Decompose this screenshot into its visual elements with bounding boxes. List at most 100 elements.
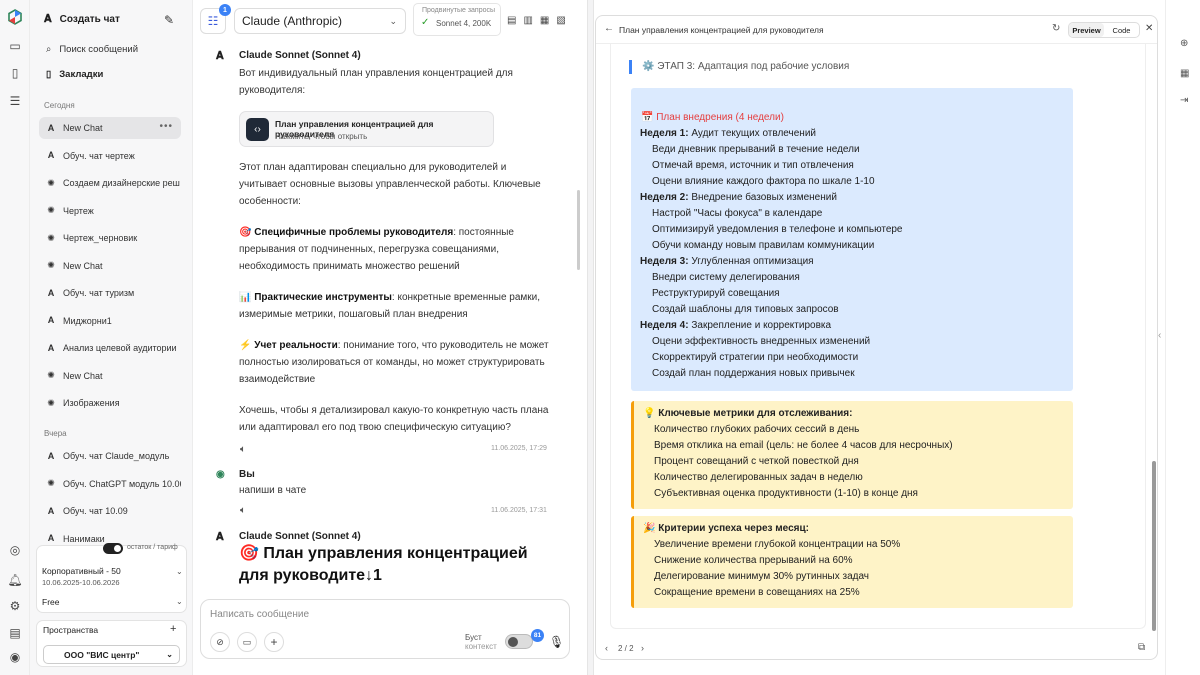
sidebar-chat-item[interactable]: ✺ Обуч. ChatGPT модуль 10.06	[39, 473, 181, 495]
chart-icon: 📊	[239, 292, 252, 303]
week-heading: Неделя 1: Аудит текущих отвлечений	[640, 126, 816, 142]
boost-context-label: Буст контекст	[465, 633, 497, 651]
plan-dates: 10.06.2025-10.06.2026	[42, 578, 120, 587]
criterion-item: Снижение количества прерываний на 60%	[654, 555, 853, 566]
anthropic-icon: 𝐀	[47, 315, 55, 325]
artifact-card[interactable]: ‹› План управления концентрацией для рук…	[239, 111, 494, 147]
sidebar-chat-item[interactable]: 𝐀 Анализ целевой аудитории	[39, 337, 181, 359]
openai-icon: ✺	[47, 478, 55, 488]
refresh-icon[interactable]: ↻	[1052, 23, 1060, 34]
microphone-icon[interactable]: 🎙︎	[549, 635, 564, 649]
tab-preview[interactable]: Preview	[1069, 23, 1104, 37]
bookmarks-label: Закладки	[59, 69, 104, 80]
chevron-left-icon[interactable]: ‹	[1158, 330, 1161, 341]
openai-icon: ✺	[47, 205, 55, 215]
artifact-panel-title: План управления концентрацией для руково…	[619, 25, 824, 35]
week-task: Реструктурируй совещания	[652, 288, 780, 299]
attach-icon[interactable]: ⊘	[210, 632, 230, 652]
sidebar-chat-item[interactable]: ✺ Изображения	[39, 392, 181, 414]
bookmark-icon: ▯	[46, 69, 52, 80]
collapse-panel-icon[interactable]: ⇥	[1180, 95, 1188, 106]
implementation-plan-box: 📅 План внедрения (4 недели) Неделя 1: Ау…	[631, 88, 1073, 391]
message-input[interactable]: Написать сообщение	[210, 609, 309, 620]
sidebar-chat-item[interactable]: ✺ New Chat	[39, 365, 181, 387]
sidebar-chat-item[interactable]: 𝐀 Обуч. чат туризм	[39, 282, 181, 304]
chat-item-label: Чертеж	[63, 205, 94, 216]
search-icon: ⌕	[46, 44, 52, 55]
settings-icon[interactable]: ⚙	[8, 599, 22, 613]
organization-select[interactable]: ООО "ВИС центр" ⌄	[43, 645, 180, 664]
bookmarks-button[interactable]: ▯ Закладки	[46, 69, 103, 80]
criterion-item: Делегирование минимум 30% рутинных задач	[654, 571, 870, 582]
chat-icon[interactable]: ▭	[8, 39, 22, 53]
week-task: Отмечай время, источник и тип отвлечения	[652, 160, 854, 171]
grid-icon[interactable]: ▦	[1180, 68, 1189, 79]
file-icon[interactable]: ▤	[507, 15, 516, 26]
chevron-down-icon[interactable]: ⌄	[176, 597, 183, 606]
chevron-left-icon[interactable]: ‹	[605, 643, 608, 653]
model-select[interactable]: Claude (Anthropic) ⌄	[234, 8, 406, 34]
tab-code[interactable]: Code	[1104, 23, 1139, 37]
anthropic-icon: 𝐀	[216, 50, 224, 62]
excel-export-icon[interactable]: ▦	[540, 15, 549, 26]
user-avatar-icon[interactable]: ◉	[8, 650, 22, 664]
message-author: Вы	[239, 469, 255, 480]
speaker-icon[interactable]: 🔈︎	[240, 505, 246, 516]
criteria-box: 🎉 Критерии успеха через месяц: Увеличени…	[631, 516, 1073, 608]
sidebar-chat-item[interactable]: ✺ New Chat	[39, 255, 181, 277]
chevron-down-icon[interactable]: ⌄	[176, 567, 183, 576]
app-logo-icon[interactable]	[7, 9, 23, 25]
chat-scrollbar[interactable]	[577, 190, 580, 270]
prompts-icon[interactable]: ▭	[237, 632, 257, 652]
list-icon[interactable]: ☰	[8, 94, 22, 108]
right-rail: ⊕ ▦ ⇥ ‹	[1158, 0, 1200, 675]
search-messages-button[interactable]: ⌕ Поиск сообщений	[46, 44, 138, 55]
sidebar-chat-item[interactable]: 𝐀 Миджорни1	[39, 310, 181, 332]
support-icon[interactable]: ◎	[8, 543, 22, 557]
anthropic-icon: 𝐀	[47, 287, 55, 298]
bell-icon[interactable]: 🔔︎	[7, 573, 22, 587]
new-chat-button[interactable]: 𝐀 Создать чат	[44, 13, 120, 26]
message-author: Claude Sonnet (Sonnet 4)	[239, 50, 361, 61]
pdf-export-icon[interactable]: ▧	[556, 15, 565, 26]
boost-toggle[interactable]	[505, 634, 533, 649]
advanced-requests-box[interactable]: Продвинутые запросы ✓ Sonnet 4, 200K	[413, 3, 501, 36]
week-task: Веди дневник прерываний в течение недели	[652, 144, 860, 155]
metric-item: Процент совещаний с четкой повесткой дня	[654, 456, 859, 467]
message-list: 𝐀 Claude Sonnet (Sonnet 4) Вот индивидуа…	[194, 40, 587, 598]
sidebar-chat-item[interactable]: ✺ Чертеж	[39, 200, 181, 222]
add-icon[interactable]: +	[264, 632, 284, 652]
panel-scrollbar[interactable]	[1152, 461, 1156, 631]
chat-item-label: Обуч. чат туризм	[63, 288, 135, 298]
sidebar-chat-item[interactable]: ✺ Создаем дизайнерские реш	[39, 172, 181, 194]
more-options-icon[interactable]: •••	[159, 121, 173, 132]
week-task: Оцени эффективность внедренных изменений	[652, 336, 871, 347]
sidebar-chat-item[interactable]: ✺ Чертеж_черновик	[39, 227, 181, 249]
chevron-down-icon: ⌄	[389, 15, 397, 26]
close-icon[interactable]: ✕	[1145, 23, 1153, 34]
requests-value: Sonnet 4, 200K	[436, 19, 492, 28]
section-yesterday: Вчера	[44, 429, 67, 438]
add-space-icon[interactable]: +	[170, 623, 176, 635]
word-export-icon[interactable]: ▥	[523, 15, 532, 26]
sidebar-chat-item[interactable]: 𝐀 Обуч. чат чертеж	[39, 145, 181, 167]
sidebar-chat-item[interactable]: 𝐀 Обуч. чат Claude_модуль	[39, 445, 181, 467]
panel-resize-handle[interactable]	[587, 0, 594, 675]
book-icon[interactable]: ▯	[8, 66, 22, 80]
chevron-down-icon: ⌄	[166, 650, 173, 659]
week-task: Создай шаблоны для типовых запросов	[652, 304, 839, 315]
openai-icon: ✺	[47, 370, 55, 380]
feature-title: Учет реальности	[254, 340, 338, 351]
sidebar-chat-item[interactable]: 𝐀 Обуч. чат 10.09	[39, 500, 181, 522]
edit-icon[interactable]: ✎	[164, 13, 174, 27]
balance-toggle[interactable]	[103, 543, 123, 554]
add-icon[interactable]: ⊕	[1180, 38, 1188, 49]
speaker-icon[interactable]: 🔈︎	[240, 444, 246, 455]
copy-icon[interactable]: ⧉	[1138, 642, 1145, 653]
back-arrow-icon[interactable]: ←	[604, 23, 614, 34]
sidebar-chat-item[interactable]: 𝐀 New Chat •••	[39, 117, 181, 139]
metrics-title: 💡 Ключевые метрики для отслеживания:	[643, 408, 853, 419]
chevron-right-icon[interactable]: ›	[641, 643, 644, 653]
document-icon[interactable]: ▤	[8, 626, 22, 640]
checkmark-icon: ✓	[421, 17, 430, 28]
